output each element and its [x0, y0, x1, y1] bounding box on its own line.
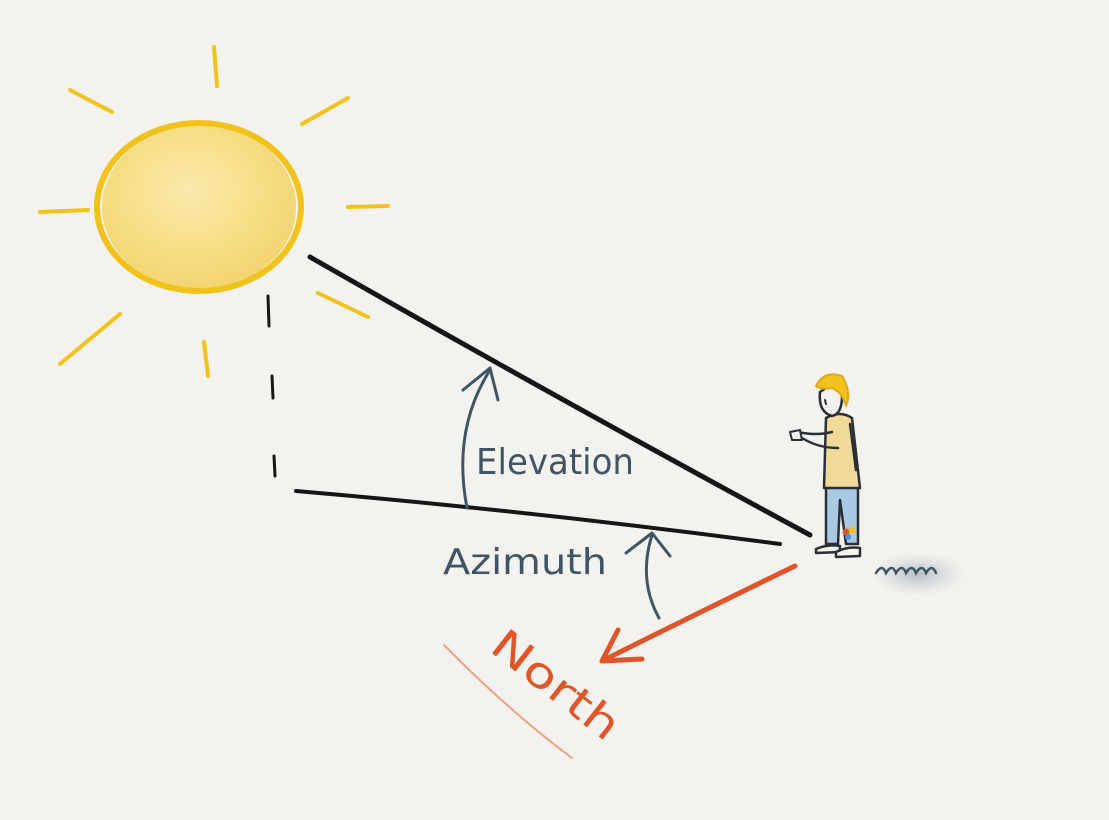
- azimuth-arrow: [624, 531, 672, 620]
- vertical-dashed-line: [266, 294, 277, 478]
- north-arrow: [599, 563, 798, 664]
- sun-icon: [38, 45, 390, 378]
- azimuth-label: Azimuth: [443, 542, 607, 583]
- north-label: North: [482, 619, 630, 750]
- sun-position-diagram: Elevation Azimuth North: [0, 0, 1109, 820]
- ground-shadow-icon: [870, 552, 966, 596]
- elevation-label: Elevation: [476, 442, 634, 483]
- diagram-canvas: Elevation Azimuth North: [38, 45, 966, 759]
- elevation-arrow: [461, 366, 500, 510]
- horizon-line: [294, 489, 782, 546]
- sun-ray-line: [307, 254, 813, 538]
